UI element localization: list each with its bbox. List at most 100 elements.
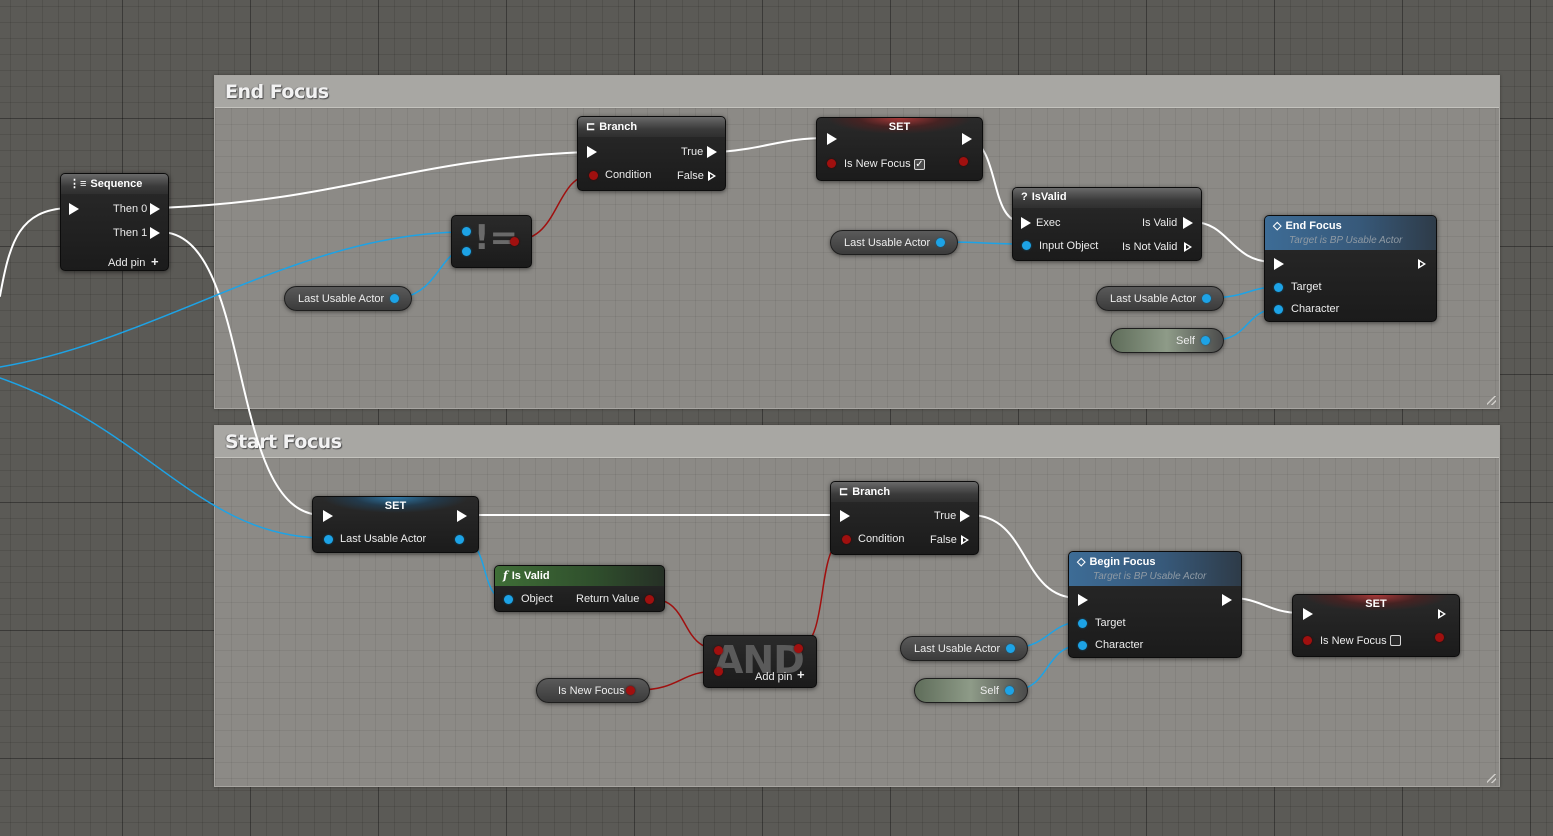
add-pin-label[interactable]: Add pin bbox=[108, 257, 145, 269]
node-header[interactable]: f Is Valid bbox=[495, 566, 664, 586]
exec-in-pin[interactable] bbox=[1078, 594, 1088, 606]
exec-in-pin[interactable] bbox=[840, 510, 850, 522]
then1-pin[interactable] bbox=[150, 227, 160, 239]
variable-label: Is New Focus bbox=[558, 685, 625, 697]
set-last-usable-actor-node[interactable]: SET Last Usable Actor bbox=[312, 496, 479, 553]
variable-get-last-usable-actor[interactable]: Last Usable Actor bbox=[830, 230, 958, 255]
variable-label: Last Usable Actor bbox=[298, 293, 385, 305]
node-header[interactable]: ? IsValid bbox=[1013, 188, 1201, 208]
diamond-icon: ◇ bbox=[1273, 220, 1282, 232]
is-valid-macro-node[interactable]: ? IsValid Exec Is Valid Input Object Is N… bbox=[1012, 187, 1202, 261]
exec-in-pin[interactable] bbox=[827, 133, 837, 145]
function-icon: f bbox=[503, 569, 508, 582]
then0-label: Then 0 bbox=[113, 203, 148, 215]
is-not-valid-pin[interactable] bbox=[1184, 242, 1192, 252]
return-value-label: Return Value bbox=[576, 593, 640, 605]
a-pin[interactable] bbox=[462, 227, 471, 236]
output-pin[interactable] bbox=[1435, 633, 1444, 642]
target-pin[interactable] bbox=[1078, 619, 1087, 628]
variable-label: Last Usable Actor bbox=[914, 643, 1001, 655]
node-header[interactable]: ⋮≡ Sequence bbox=[61, 174, 168, 194]
output-pin[interactable] bbox=[1201, 336, 1210, 345]
add-pin-label[interactable]: Add pin bbox=[755, 671, 792, 683]
b-pin[interactable] bbox=[462, 247, 471, 256]
set-is-new-focus-node[interactable]: SET Is New Focus bbox=[1292, 594, 1460, 657]
exec-out-pin[interactable] bbox=[962, 133, 972, 145]
sequence-node[interactable]: ⋮≡ Sequence Then 0 Then 1 Add pin + bbox=[60, 173, 169, 271]
is-valid-function-node[interactable]: f Is Valid Object Return Value bbox=[494, 565, 665, 612]
output-pin[interactable] bbox=[1202, 294, 1211, 303]
comment-header[interactable] bbox=[215, 76, 1499, 108]
exec-wire bbox=[0, 207, 69, 297]
resize-handle-icon[interactable] bbox=[1487, 396, 1496, 405]
is-new-focus-pin[interactable] bbox=[1303, 636, 1312, 645]
exec-in-pin[interactable] bbox=[1274, 258, 1284, 270]
self-node[interactable]: Self bbox=[1110, 328, 1224, 353]
character-pin[interactable] bbox=[1274, 305, 1283, 314]
exec-in-pin[interactable] bbox=[323, 510, 333, 522]
not-equal-node[interactable]: != bbox=[451, 215, 532, 268]
output-pin[interactable] bbox=[1005, 686, 1014, 695]
output-pin[interactable] bbox=[626, 686, 635, 695]
condition-pin[interactable] bbox=[589, 171, 598, 180]
is-valid-pin[interactable] bbox=[1183, 217, 1193, 229]
true-pin[interactable] bbox=[960, 510, 970, 522]
exec-in-pin[interactable] bbox=[587, 146, 597, 158]
and-node[interactable]: AND Add pin + bbox=[703, 635, 817, 688]
exec-out-pin[interactable] bbox=[457, 510, 467, 522]
is-new-focus-pin[interactable] bbox=[827, 159, 836, 168]
set-is-new-focus-node[interactable]: SET Is New Focus ✓ bbox=[816, 117, 983, 181]
return-pin[interactable] bbox=[794, 644, 803, 653]
variable-get-last-usable-actor[interactable]: Last Usable Actor bbox=[284, 286, 412, 311]
output-pin[interactable] bbox=[1006, 644, 1015, 653]
object-pin[interactable] bbox=[504, 595, 513, 604]
false-pin[interactable] bbox=[961, 535, 969, 545]
character-label: Character bbox=[1291, 303, 1340, 315]
node-header[interactable]: ⊏ Branch bbox=[831, 482, 978, 502]
last-usable-actor-pin[interactable] bbox=[324, 535, 333, 544]
a-pin[interactable] bbox=[714, 646, 723, 655]
begin-focus-call-node[interactable]: ◇ Begin Focus Target is BP Usable Actor T… bbox=[1068, 551, 1242, 658]
output-pin[interactable] bbox=[455, 535, 464, 544]
false-label: False bbox=[677, 170, 704, 182]
node-header[interactable]: SET bbox=[817, 118, 982, 138]
variable-label: Is New Focus bbox=[1320, 635, 1387, 647]
resize-handle-icon[interactable] bbox=[1487, 774, 1496, 783]
end-focus-call-node[interactable]: ◇ End Focus Target is BP Usable Actor Tar… bbox=[1264, 215, 1437, 322]
output-pin[interactable] bbox=[936, 238, 945, 247]
self-node[interactable]: Self bbox=[914, 678, 1028, 703]
node-header[interactable]: ⊏ Branch bbox=[578, 117, 725, 137]
variable-get-last-usable-actor[interactable]: Last Usable Actor bbox=[900, 636, 1028, 661]
true-pin[interactable] bbox=[707, 146, 717, 158]
b-pin[interactable] bbox=[714, 667, 723, 676]
node-header[interactable]: SET bbox=[313, 497, 478, 517]
exec-in-pin[interactable] bbox=[1021, 217, 1031, 229]
condition-pin[interactable] bbox=[842, 535, 851, 544]
exec-in-pin[interactable] bbox=[69, 203, 79, 215]
target-pin[interactable] bbox=[1274, 283, 1283, 292]
false-pin[interactable] bbox=[708, 171, 716, 181]
checkbox-unchecked[interactable] bbox=[1390, 635, 1401, 646]
input-object-pin[interactable] bbox=[1022, 241, 1031, 250]
condition-label: Condition bbox=[605, 169, 652, 181]
exec-out-pin[interactable] bbox=[1418, 259, 1426, 269]
character-pin[interactable] bbox=[1078, 641, 1087, 650]
node-title: Branch bbox=[599, 121, 638, 133]
then0-pin[interactable] bbox=[150, 203, 160, 215]
branch-node[interactable]: ⊏ Branch True Condition False bbox=[577, 116, 726, 191]
node-title: End Focus bbox=[1285, 220, 1342, 232]
comment-header[interactable] bbox=[215, 426, 1499, 458]
exec-out-pin[interactable] bbox=[1222, 594, 1232, 606]
exec-in-pin[interactable] bbox=[1303, 608, 1313, 620]
node-header[interactable]: SET bbox=[1293, 595, 1459, 615]
return-pin[interactable] bbox=[510, 237, 519, 246]
branch-node[interactable]: ⊏ Branch True Condition False bbox=[830, 481, 979, 555]
add-pin-icon[interactable]: + bbox=[797, 667, 805, 682]
return-value-pin[interactable] bbox=[645, 595, 654, 604]
checkbox-checked[interactable]: ✓ bbox=[914, 159, 925, 170]
add-pin-icon[interactable]: + bbox=[151, 254, 159, 269]
output-pin[interactable] bbox=[390, 294, 399, 303]
variable-get-last-usable-actor[interactable]: Last Usable Actor bbox=[1096, 286, 1224, 311]
output-pin[interactable] bbox=[959, 157, 968, 166]
variable-get-is-new-focus[interactable]: Is New Focus bbox=[536, 678, 650, 703]
